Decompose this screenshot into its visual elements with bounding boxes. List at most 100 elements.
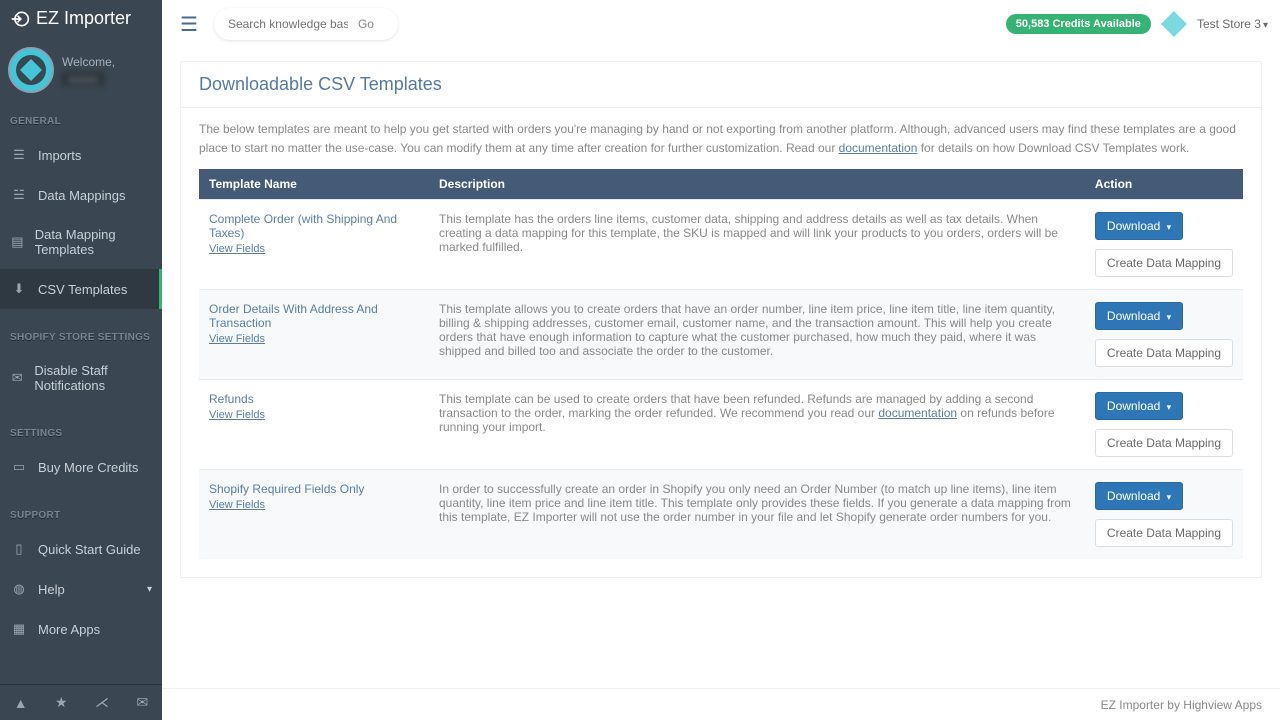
- list-icon: ☰: [10, 147, 28, 163]
- sidebar-item-label: Disable Staff Notifications: [34, 363, 152, 393]
- template-desc: In order to successfully create an order…: [429, 470, 1085, 560]
- sidebar-heading-support: SUPPORT: [0, 505, 162, 529]
- caret-down-icon: ▾: [1167, 402, 1172, 412]
- welcome-label: Welcome,: [62, 55, 115, 69]
- download-button[interactable]: Download ▾: [1095, 302, 1183, 330]
- panel: Downloadable CSV Templates The below tem…: [180, 61, 1262, 578]
- grid-icon: ▦: [10, 621, 28, 637]
- search-input[interactable]: [228, 17, 348, 31]
- book-icon: ▯: [10, 541, 28, 557]
- create-mapping-button[interactable]: Create Data Mapping: [1095, 429, 1233, 457]
- download-label: Download: [1107, 219, 1160, 233]
- sidebar-item-buy-credits[interactable]: ▭ Buy More Credits: [0, 447, 162, 487]
- template-name: Complete Order (with Shipping And Taxes): [209, 212, 397, 240]
- app-logo[interactable]: EZ Importer: [0, 0, 162, 37]
- store-name: Test Store 3: [1197, 17, 1261, 31]
- app-name: EZ Importer: [36, 8, 131, 29]
- download-button[interactable]: Download ▾: [1095, 392, 1183, 420]
- sidebar-item-label: Quick Start Guide: [38, 542, 141, 557]
- caret-down-icon: ▾: [1167, 222, 1172, 232]
- download-label: Download: [1107, 399, 1160, 413]
- login-icon: [10, 9, 30, 29]
- footer-text: EZ Importer by Highview Apps: [1101, 698, 1262, 712]
- topbar: ☰ Go 50,583 Credits Available Test Store…: [162, 0, 1280, 48]
- template-name: Refunds: [209, 392, 254, 406]
- table-row: Order Details With Address And Transacti…: [199, 290, 1243, 380]
- documentation-link[interactable]: documentation: [839, 141, 918, 155]
- sidebar-heading-settings: SETTINGS: [0, 423, 162, 447]
- view-fields-link[interactable]: View Fields: [209, 409, 419, 421]
- sidebar-heading-shopify: SHOPIFY STORE SETTINGS: [0, 327, 162, 351]
- user-name-masked: xxxxx: [62, 72, 104, 86]
- download-button[interactable]: Download ▾: [1095, 482, 1183, 510]
- sidebar-item-data-mappings[interactable]: ☱ Data Mappings: [0, 175, 162, 215]
- sidebar-item-label: CSV Templates: [38, 282, 127, 297]
- view-fields-link[interactable]: View Fields: [209, 243, 419, 255]
- chevron-down-icon: ▾: [147, 584, 152, 595]
- template-icon: ▤: [10, 234, 25, 250]
- sidebar-item-more-apps[interactable]: ▦ More Apps: [0, 609, 162, 649]
- col-description: Description: [429, 169, 1085, 200]
- template-desc: This template has the orders line items,…: [429, 200, 1085, 290]
- user-welcome: Welcome, xxxxx: [0, 37, 162, 111]
- create-mapping-button[interactable]: Create Data Mapping: [1095, 249, 1233, 277]
- sidebar-item-disable-notif[interactable]: ✉ Disable Staff Notifications: [0, 351, 162, 405]
- sidebar: EZ Importer Welcome, xxxxx GENERAL ☰ Impo…: [0, 0, 162, 720]
- create-mapping-button[interactable]: Create Data Mapping: [1095, 339, 1233, 367]
- sidebar-item-label: Data Mapping Templates: [35, 227, 152, 257]
- download-label: Download: [1107, 489, 1160, 503]
- template-desc: This template can be used to create orde…: [429, 380, 1085, 470]
- caret-down-icon: ▾: [1167, 492, 1172, 502]
- documentation-link[interactable]: documentation: [878, 406, 957, 420]
- star-icon[interactable]: ★: [55, 694, 68, 711]
- rss-icon[interactable]: ⋌: [95, 694, 109, 711]
- table-row: Complete Order (with Shipping And Taxes)…: [199, 200, 1243, 290]
- page-title: Downloadable CSV Templates: [181, 62, 1261, 108]
- card-icon: ▭: [10, 459, 28, 475]
- sidebar-item-label: Help: [38, 582, 65, 597]
- sidebar-item-csv-templates[interactable]: ⬇ CSV Templates: [0, 269, 162, 309]
- globe-icon: ◍: [10, 581, 28, 597]
- bag-icon[interactable]: ▲: [14, 695, 28, 711]
- sidebar-item-help[interactable]: ◍ Help ▾: [0, 569, 162, 609]
- footer: EZ Importer by Highview Apps: [162, 688, 1280, 720]
- sliders-icon: ☱: [10, 187, 28, 203]
- search-box: Go: [214, 8, 398, 40]
- credits-badge[interactable]: 50,583 Credits Available: [1006, 14, 1151, 34]
- create-mapping-button[interactable]: Create Data Mapping: [1095, 519, 1233, 547]
- avatar[interactable]: [8, 47, 54, 93]
- sidebar-footer: ▲ ★ ⋌ ✉: [0, 684, 162, 720]
- intro-part-b: for details on how Download CSV Template…: [917, 141, 1189, 155]
- table-row: Refunds View Fields This template can be …: [199, 380, 1243, 470]
- menu-toggle[interactable]: ☰: [174, 12, 204, 37]
- template-name: Order Details With Address And Transacti…: [209, 302, 378, 330]
- chevron-down-icon: ▾: [1263, 20, 1268, 31]
- sidebar-item-imports[interactable]: ☰ Imports: [0, 135, 162, 175]
- sidebar-item-label: Imports: [38, 148, 81, 163]
- sidebar-item-quick-start[interactable]: ▯ Quick Start Guide: [0, 529, 162, 569]
- template-name: Shopify Required Fields Only: [209, 482, 364, 496]
- download-icon: ⬇: [10, 281, 28, 297]
- col-template-name: Template Name: [199, 169, 429, 200]
- download-label: Download: [1107, 309, 1160, 323]
- sidebar-heading-general: GENERAL: [0, 111, 162, 135]
- table-row: Shopify Required Fields OnlyView Fields …: [199, 470, 1243, 560]
- sidebar-item-label: More Apps: [38, 622, 100, 637]
- view-fields-link[interactable]: View Fields: [209, 333, 419, 345]
- store-selector[interactable]: Test Store 3▾: [1197, 17, 1268, 31]
- store-icon: [1161, 11, 1187, 37]
- envelope-icon[interactable]: ✉: [137, 694, 149, 711]
- view-fields-link[interactable]: View Fields: [209, 499, 419, 511]
- caret-down-icon: ▾: [1167, 312, 1172, 322]
- sidebar-item-dm-templates[interactable]: ▤ Data Mapping Templates: [0, 215, 162, 269]
- search-go-button[interactable]: Go: [348, 11, 384, 37]
- sidebar-item-label: Buy More Credits: [38, 460, 138, 475]
- templates-table: Template Name Description Action Complet…: [199, 169, 1243, 559]
- download-button[interactable]: Download ▾: [1095, 212, 1183, 240]
- sidebar-item-label: Data Mappings: [38, 188, 125, 203]
- intro-text: The below templates are meant to help yo…: [199, 120, 1243, 157]
- template-desc: This template allows you to create order…: [429, 290, 1085, 380]
- main-content: Downloadable CSV Templates The below tem…: [162, 48, 1280, 688]
- col-action: Action: [1085, 169, 1243, 200]
- mail-icon: ✉: [10, 370, 24, 386]
